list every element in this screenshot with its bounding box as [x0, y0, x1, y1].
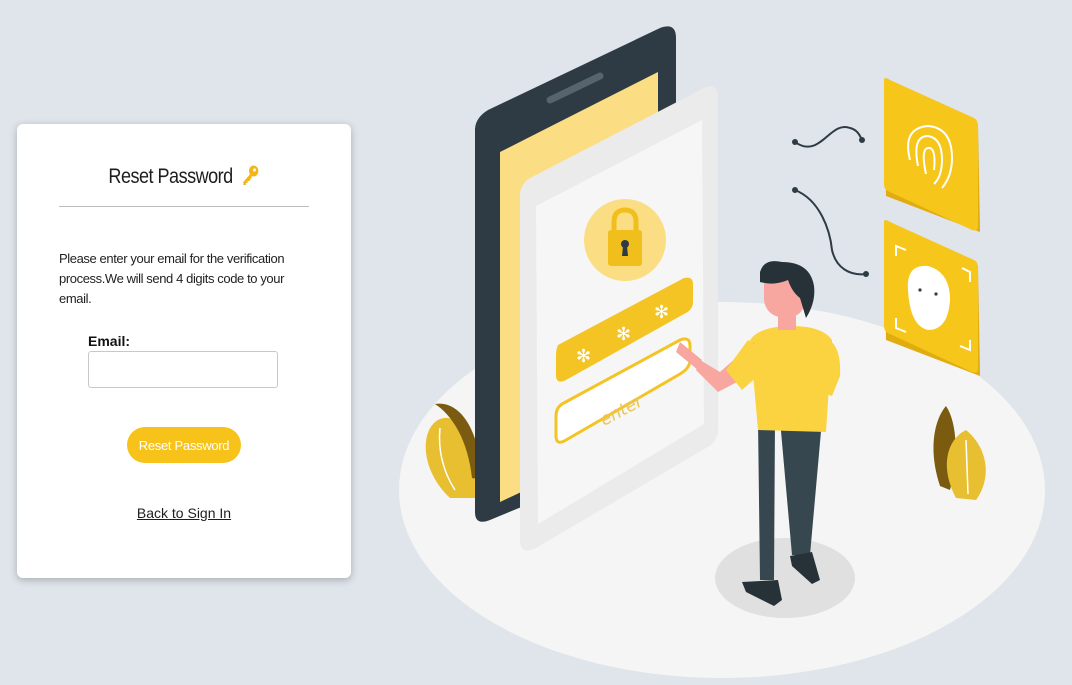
- page-title: Reset Password: [40, 164, 327, 192]
- reset-password-button[interactable]: Reset Password: [127, 427, 241, 463]
- back-to-sign-in-link[interactable]: Back to Sign In: [17, 505, 351, 521]
- email-field[interactable]: [88, 351, 278, 388]
- reset-password-card: Reset Password Please enter your email f…: [17, 124, 351, 578]
- security-illustration: ✻ ✻ ✻ enter: [399, 26, 1045, 678]
- fingerprint-icon: [884, 78, 980, 232]
- title-text: Reset Password: [108, 165, 233, 188]
- svg-text:✻: ✻: [576, 346, 591, 367]
- svg-text:✻: ✻: [616, 324, 631, 345]
- title-divider: [59, 206, 309, 207]
- email-label: Email:: [88, 333, 131, 349]
- svg-text:✻: ✻: [654, 302, 669, 323]
- key-icon: [241, 164, 260, 192]
- instructions-text: Please enter your email for the verifica…: [59, 251, 285, 306]
